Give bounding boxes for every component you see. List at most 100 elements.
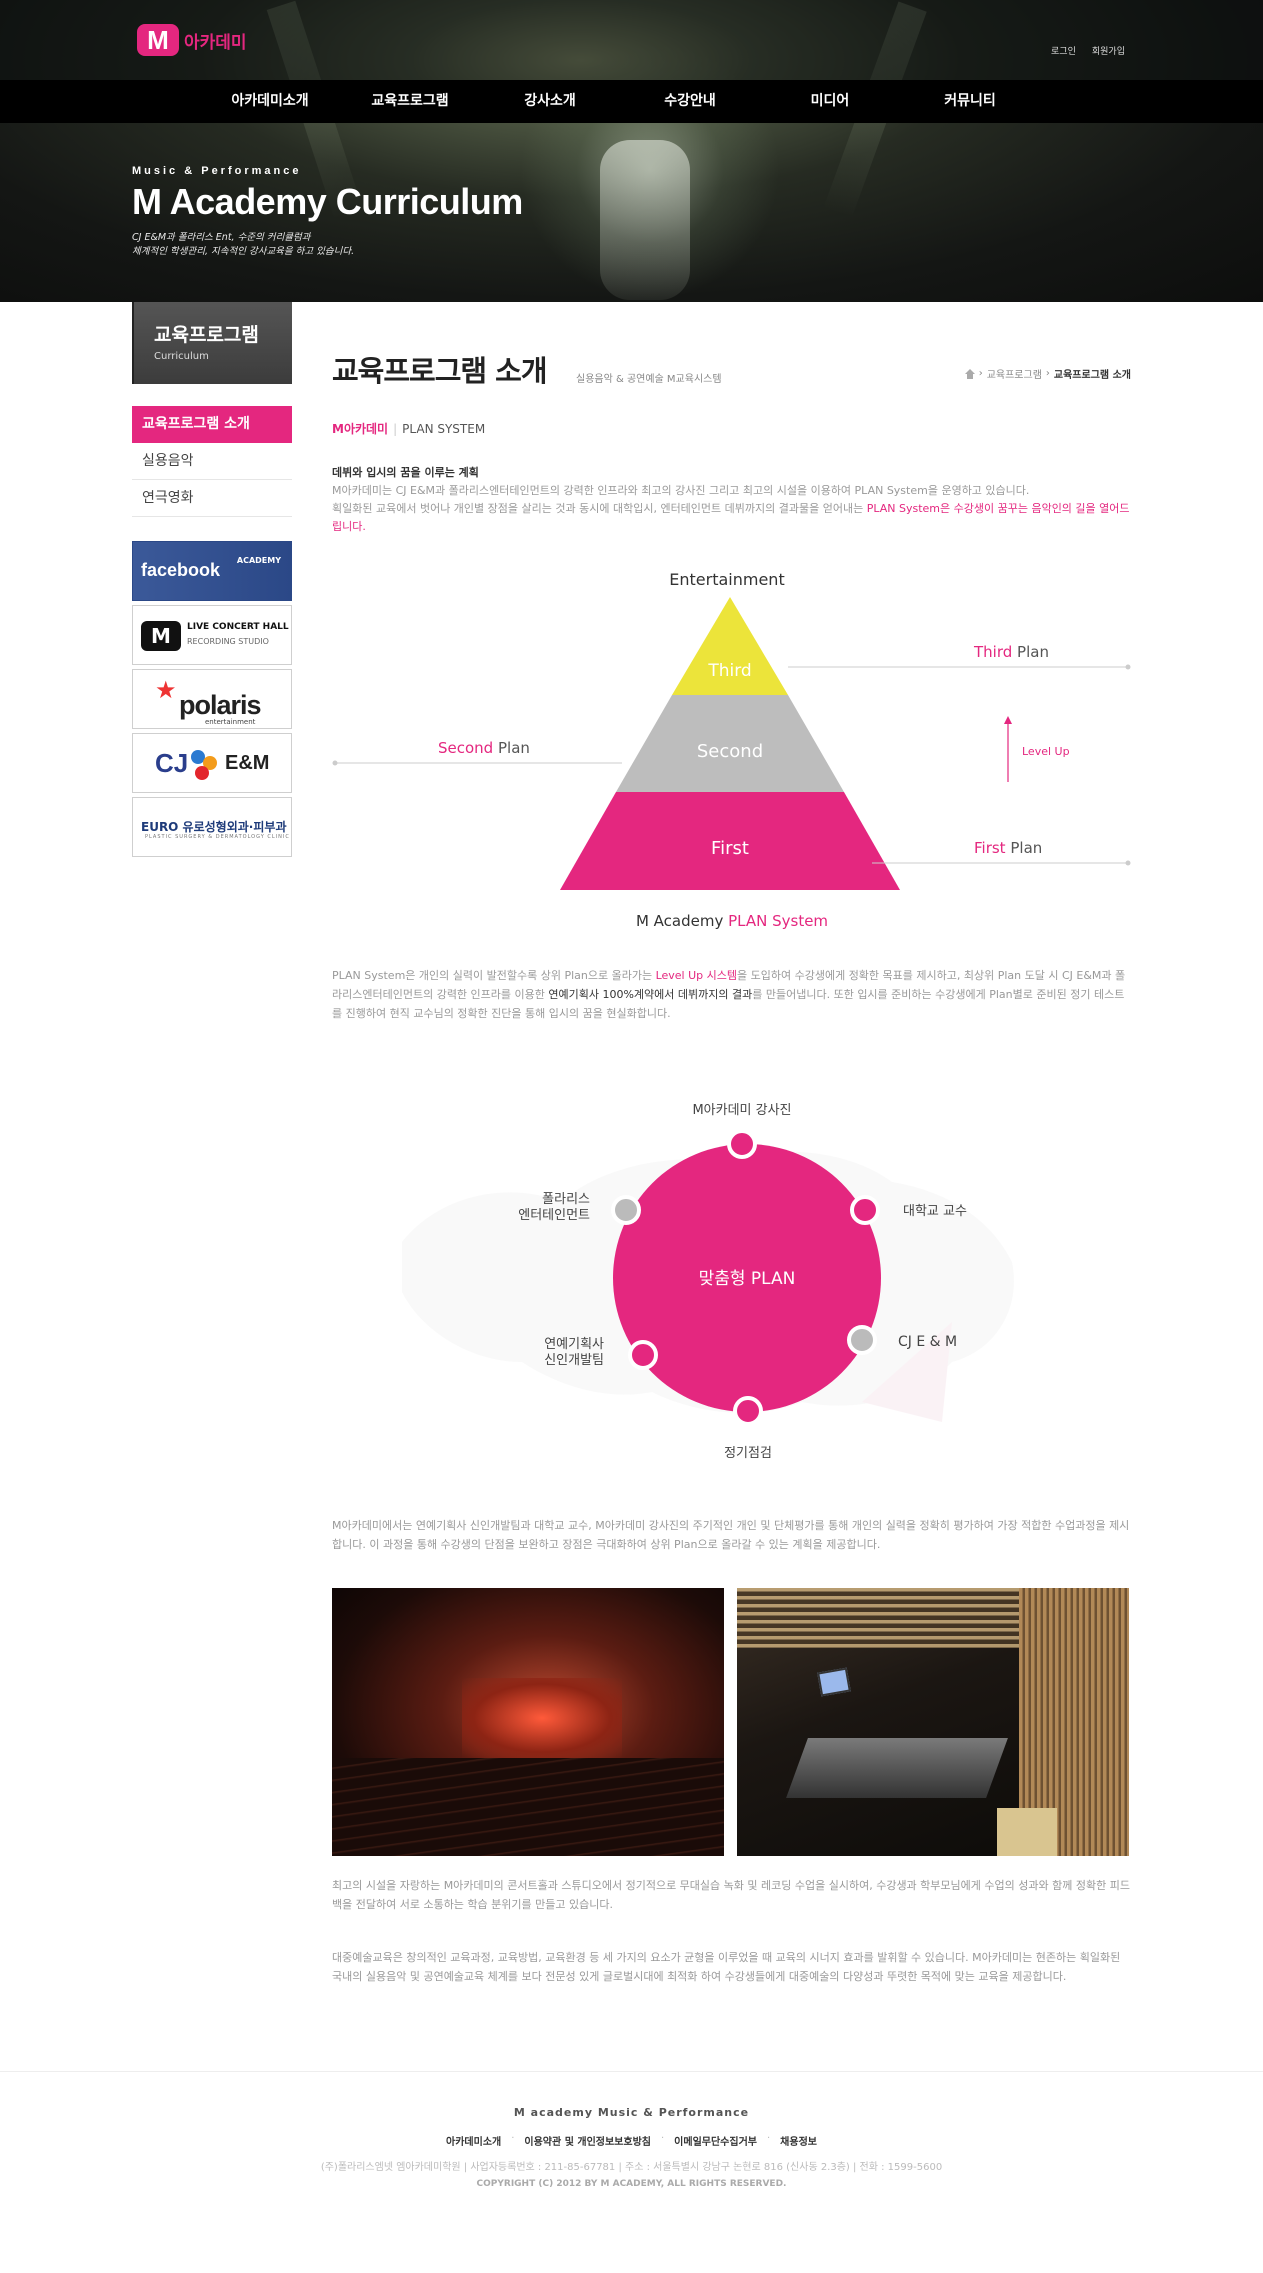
facebook-banner[interactable]: facebook ACADEMY <box>132 541 292 601</box>
facebook-label: facebook <box>141 560 221 580</box>
node-label-agency-dev-team: 연예기획사 신인개발팀 <box>544 1337 604 1368</box>
node-label-cj-em: CJ E & M <box>898 1334 957 1350</box>
polaris-banner[interactable]: ★ polaris entertainment <box>132 669 292 729</box>
level-up-label: Level Up <box>1022 745 1070 758</box>
pyramid-label-third: Third <box>707 661 751 681</box>
banner-list: facebook ACADEMY M LIVE CONCERT HALL REC… <box>132 541 292 857</box>
euro-label: EURO 유로성형외과·피부과 <box>141 820 287 834</box>
login-link[interactable]: 로그인 <box>1051 44 1076 57</box>
sidebar-item-practical-music[interactable]: 실용음악 <box>132 443 292 480</box>
euro-sub-label: PLASTIC SURGERY & DERMATOLOGY CLINIC <box>145 834 290 840</box>
gnb-item-media[interactable]: 미디어 <box>760 80 900 123</box>
logo-mark: M <box>137 24 179 56</box>
gnb-item-program[interactable]: 교육프로그램 <box>340 80 480 123</box>
footer-links: 아카데미소개 · 이용약관 및 개인정보보호방침 · 이메일무단수집거부 · 채… <box>0 2133 1263 2148</box>
breadcrumb-separator: › <box>978 368 983 379</box>
concert-hall-photo <box>332 1588 724 1856</box>
third-plan-label: Third Plan <box>973 643 1049 661</box>
intro-body: M아카데미는 CJ E&M과 폴라리스엔터테인먼트의 강력한 인프라와 최고의 … <box>332 482 1131 536</box>
mixing-console <box>786 1738 1008 1798</box>
academy-label: ACADEMY <box>236 556 281 565</box>
footer-link-email-policy[interactable]: 이메일무단수집거부 <box>674 2133 757 2148</box>
footer-company-info: (주)폴라리스엠넷 엠아카데미학원 | 사업자등록번호 : 211-85-677… <box>320 2162 943 2173</box>
node-label-regular-check: 정기점검 <box>724 1446 772 1461</box>
live-concert-hall-banner[interactable]: M LIVE CONCERT HALL RECORDING STUDIO <box>132 605 292 665</box>
gnb-item-enroll[interactable]: 수강안내 <box>620 80 760 123</box>
monitor-screen <box>817 1667 851 1697</box>
visual-subtitle: Music & Performance <box>132 165 302 177</box>
stage-area <box>462 1678 622 1758</box>
intro-heading: 데뷔와 입시의 꿈을 이루는 계획 <box>332 466 479 479</box>
pyramid-label-second: Second <box>697 741 763 762</box>
node-label-academy-teachers: M아카데미 강사진 <box>692 1103 791 1118</box>
breadcrumb-item[interactable]: 교육프로그램 <box>987 366 1042 381</box>
evaluation-paragraph: M아카데미에서는 연예기획사 신인개발팀과 대학교 교수, M아카데미 강사진의… <box>332 1519 1130 1551</box>
sidebar-title: 교육프로그램 <box>154 324 259 346</box>
footer-link-careers[interactable]: 채용정보 <box>780 2133 817 2148</box>
sidebar: 교육프로그램 Curriculum 교육프로그램 소개 실용음악 연극영화 fa… <box>132 302 292 861</box>
star-icon: ★ <box>155 676 177 704</box>
plan-system-paragraph: PLAN System은 개인의 실력이 발전할수록 상위 Plan으로 올라가… <box>332 969 1126 1020</box>
footer-link-separator: · <box>511 2133 515 2144</box>
level-up-arrowhead-icon <box>1004 716 1012 724</box>
footer-link-separator: · <box>660 2133 665 2144</box>
custom-plan-diagram: 맞춤형 PLAN M아카데미 강사진 대학교 교수 CJ E & M 정기점검 … <box>402 1103 1014 1461</box>
cj-em-banner[interactable]: CJ E&M <box>132 733 292 793</box>
gnb-item-community[interactable]: 커뮤니티 <box>900 80 1040 123</box>
em-label: E&M <box>225 752 270 774</box>
facility-photos <box>332 1588 1131 1856</box>
facility-paragraph: 최고의 시설을 자랑하는 M아카데미의 콘서트홀과 스튜디오에서 정기적으로 무… <box>332 1879 1130 1911</box>
main-content: 교육프로그램 소개 실용음악 & 공연예술 M교육시스템 › 교육프로그램 › … <box>332 302 1131 1983</box>
gnb-item-academy[interactable]: 아카데미소개 <box>200 80 340 123</box>
section-label: M아카데미 | PLAN SYSTEM <box>332 420 1131 437</box>
m-logo-icon: M <box>141 621 181 651</box>
footer-link-separator: · <box>766 2133 771 2144</box>
first-plan-label: First Plan <box>974 839 1042 857</box>
sidebar-item-theater-film[interactable]: 연극영화 <box>132 480 292 517</box>
util-menu: 로그인 회원가입 <box>1051 44 1125 57</box>
pyramid-caption: M Academy PLAN System <box>636 912 828 930</box>
sidebar-item-program-intro[interactable]: 교육프로그램 소개 <box>132 406 292 443</box>
node-academy-teachers <box>727 1129 757 1159</box>
node-university-professor <box>850 1195 880 1225</box>
footer: M academy Music & Performance 아카데미소개 · 이… <box>0 2071 1263 2273</box>
seating-rows <box>332 1758 724 1856</box>
cj-label: CJ <box>155 748 189 778</box>
section-brand: M아카데미 <box>332 422 389 436</box>
node-label-university-professor: 대학교 교수 <box>903 1204 967 1219</box>
cj-dot-icon <box>195 766 209 780</box>
leader-dot <box>332 760 338 766</box>
sidebar-subtitle: Curriculum <box>154 351 209 362</box>
live-hall-label: LIVE CONCERT HALL <box>187 622 289 632</box>
polaris-label: polaris <box>179 690 262 720</box>
footer-brand: M academy Music & Performance <box>513 2106 750 2119</box>
gnb-item-teachers[interactable]: 강사소개 <box>480 80 620 123</box>
footer-link-privacy[interactable]: 이용약관 및 개인정보보호방침 <box>524 2133 651 2148</box>
node-cj-em <box>847 1325 877 1355</box>
home-icon[interactable] <box>964 368 975 379</box>
pyramid-label-first: First <box>711 838 749 859</box>
page-title: 교육프로그램 소개 <box>332 354 548 388</box>
node-agency-dev-team <box>628 1340 658 1370</box>
site-logo[interactable]: M 아카데미 <box>137 24 247 56</box>
footer-link-academy[interactable]: 아카데미소개 <box>446 2133 501 2148</box>
node-polaris <box>611 1195 641 1225</box>
plan-pyramid-diagram: Entertainment Third Second First Third P… <box>332 570 1131 930</box>
visual-description: CJ E&M과 폴라리스 Ent, 수준의 커리큘럼과 체계적인 학생관리, 지… <box>132 232 355 257</box>
top-bar: M 아카데미 로그인 회원가입 <box>0 0 1263 80</box>
footer-copyright: COPYRIGHT (C) 2012 BY M ACADEMY, ALL RIG… <box>476 2179 787 2189</box>
sidebar-menu: 교육프로그램 소개 실용음악 연극영화 <box>132 406 292 517</box>
breadcrumb: › 교육프로그램 › 교육프로그램 소개 <box>964 366 1131 381</box>
section-divider: | <box>393 422 398 436</box>
euro-clinic-banner[interactable]: EURO 유로성형외과·피부과 PLASTIC SURGERY & DERMAT… <box>132 797 292 857</box>
intro-text: 데뷔와 입시의 꿈을 이루는 계획 M아카데미는 CJ E&M과 폴라리스엔터테… <box>332 464 1131 536</box>
logo-text: 아카데미 <box>184 32 247 53</box>
performer-silhouette <box>600 140 690 300</box>
header-visual: M 아카데미 로그인 회원가입 아카데미소개 교육프로그램 강사소개 수강안내 … <box>0 0 1263 302</box>
leader-dot <box>1125 664 1131 670</box>
polaris-sub-label: entertainment <box>205 718 256 726</box>
sidebar-header: 교육프로그램 Curriculum <box>132 302 292 384</box>
breadcrumb-separator: › <box>1045 368 1050 379</box>
intro-line: M아카데미는 CJ E&M과 폴라리스엔터테인먼트의 강력한 인프라와 최고의 … <box>332 484 1030 497</box>
join-link[interactable]: 회원가입 <box>1092 44 1125 57</box>
